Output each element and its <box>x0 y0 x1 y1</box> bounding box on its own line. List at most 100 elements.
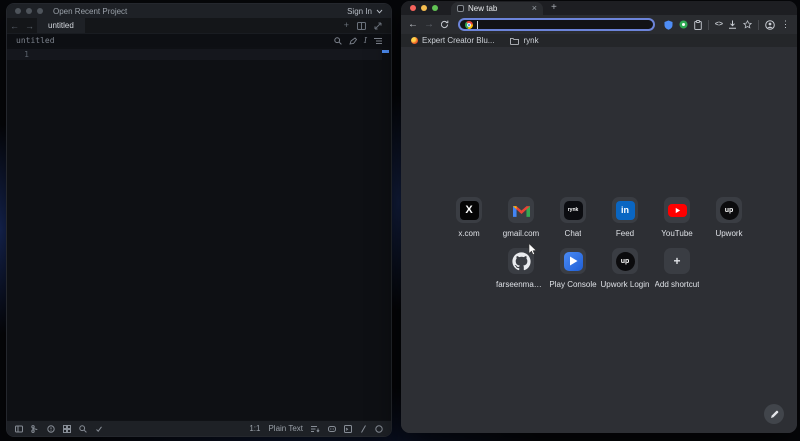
split-pane-icon[interactable] <box>357 22 366 30</box>
history-back-button[interactable]: ← <box>7 18 22 33</box>
sort-lines-icon[interactable] <box>311 425 320 433</box>
browser-back-button[interactable]: ← <box>408 20 418 30</box>
pencil-icon <box>770 410 779 419</box>
bookmark-folder-rynk[interactable]: rynk <box>510 36 538 45</box>
star-extension-icon[interactable] <box>743 20 752 29</box>
shortcut-label: Upwork Login <box>601 280 650 289</box>
address-bar[interactable] <box>458 18 655 31</box>
editor-tab-label: untitled <box>48 21 74 30</box>
upwork-logo-icon: up <box>720 201 739 220</box>
shortcut-upwork[interactable]: up Upwork <box>703 197 755 238</box>
git-branch-icon[interactable] <box>31 425 39 433</box>
shortcut-upwork-login[interactable]: up Upwork Login <box>599 248 651 289</box>
tab-bar-actions: + <box>335 18 391 33</box>
tab-close-icon[interactable]: × <box>532 4 537 13</box>
zoom-window-button[interactable] <box>37 8 43 14</box>
editor-window-controls <box>15 8 43 14</box>
maximize-pane-icon[interactable] <box>374 22 382 30</box>
editor-window: Open Recent Project Sign In ← → untitled… <box>6 3 392 437</box>
shortcut-chat[interactable]: rynk Chat <box>547 197 599 238</box>
bookmark-folder-label: rynk <box>523 36 538 45</box>
bookmarks-bar: Expert Creator Blu... rynk <box>401 34 797 47</box>
outline-panel-icon[interactable] <box>374 37 382 45</box>
project-panel-icon[interactable] <box>15 425 23 433</box>
reload-icon[interactable] <box>440 20 449 29</box>
inline-assist-icon[interactable] <box>349 37 357 45</box>
assistant-slash-icon[interactable] <box>360 425 367 433</box>
text-cursor-icon[interactable]: I <box>364 36 367 45</box>
tab-bar-filler <box>85 18 335 33</box>
youtube-logo-icon <box>668 204 687 217</box>
zoom-window-button[interactable] <box>432 5 438 11</box>
browser-tab-strip: New tab × + <box>401 1 797 15</box>
shortcut-label: Add shortcut <box>655 280 700 289</box>
code-extension-icon[interactable]: < > <box>715 21 722 28</box>
terminal-panel-icon[interactable] <box>344 425 352 433</box>
play-console-logo-icon <box>564 252 583 271</box>
folder-icon <box>510 37 519 45</box>
buffer-search-icon[interactable] <box>334 37 342 45</box>
chevron-down-icon <box>376 9 383 14</box>
shortcut-github[interactable]: farseenmanek... <box>495 248 547 289</box>
notification-bell-icon[interactable] <box>375 425 383 433</box>
downloads-icon[interactable] <box>728 20 737 29</box>
minimize-window-button[interactable] <box>26 8 32 14</box>
x-logo-icon: X <box>460 201 479 220</box>
editor-tab-bar: ← → untitled + <box>7 18 391 33</box>
shortcut-label: farseenmanek... <box>496 280 546 289</box>
editor-tab-untitled[interactable]: untitled <box>37 18 85 33</box>
linkedin-logo-icon: in <box>616 201 635 220</box>
customize-chrome-button[interactable] <box>764 404 784 424</box>
search-engine-icon <box>465 21 473 29</box>
diagnostics-icon[interactable] <box>47 425 55 433</box>
editor-content-area[interactable]: 1 <box>7 47 391 420</box>
minimize-window-button[interactable] <box>421 5 427 11</box>
browser-forward-button[interactable]: → <box>424 20 434 30</box>
shortcut-feed[interactable]: in Feed <box>599 197 651 238</box>
editor-status-bar: 1:1 Plain Text <box>7 420 391 436</box>
close-window-button[interactable] <box>15 8 21 14</box>
clipboard-extension-icon[interactable] <box>694 20 702 30</box>
browser-tab-new-tab[interactable]: New tab × <box>451 2 543 15</box>
extensions-panel-icon[interactable] <box>63 425 71 433</box>
shortcut-label: x.com <box>458 229 479 238</box>
cursor-position[interactable]: 1:1 <box>249 424 260 433</box>
check-icon[interactable] <box>95 425 103 433</box>
scrollbar-cursor-marker <box>382 50 389 53</box>
shortcut-play-console[interactable]: Play Console <box>547 248 599 289</box>
shortcuts-row-1: X x.com gmail.com rynk <box>401 47 797 238</box>
line-number-gutter: 1 <box>7 49 41 60</box>
desktop-wallpaper: Open Recent Project Sign In ← → untitled… <box>0 0 800 441</box>
editor-breadcrumb-bar: untitled I <box>7 33 391 47</box>
sign-in-button[interactable]: Sign In <box>347 7 383 16</box>
new-file-button[interactable]: + <box>344 21 349 30</box>
editor-quick-actions: I <box>334 36 382 45</box>
new-tab-button[interactable]: + <box>551 3 557 13</box>
add-shortcut-button[interactable]: + Add shortcut <box>651 248 703 289</box>
shortcut-youtube[interactable]: YouTube <box>651 197 703 238</box>
browser-menu-icon[interactable]: ⋮ <box>781 20 790 29</box>
shortcut-x-com[interactable]: X x.com <box>443 197 495 238</box>
toolbar-separator <box>708 20 709 30</box>
tab-title: New tab <box>468 4 528 13</box>
status-bar-right: 1:1 Plain Text <box>249 424 383 433</box>
active-line-highlight <box>7 49 382 60</box>
shield-extension-icon[interactable] <box>664 20 673 30</box>
breadcrumb[interactable]: untitled <box>16 36 55 45</box>
bookmark-expert-creator[interactable]: Expert Creator Blu... <box>411 36 494 45</box>
green-circle-extension-icon[interactable] <box>679 20 688 29</box>
profile-avatar-icon[interactable] <box>765 20 775 30</box>
shortcut-label: Play Console <box>549 280 596 289</box>
language-selector[interactable]: Plain Text <box>268 424 303 433</box>
search-panel-icon[interactable] <box>79 425 87 433</box>
browser-window: New tab × + ← → < > ⋮ <box>401 1 797 433</box>
bookmark-favicon <box>411 37 418 44</box>
editor-window-title: Open Recent Project <box>53 7 127 16</box>
close-window-button[interactable] <box>410 5 416 11</box>
shortcut-gmail[interactable]: gmail.com <box>495 197 547 238</box>
history-forward-button[interactable]: → <box>22 18 37 33</box>
sign-in-label: Sign In <box>347 7 372 16</box>
plus-icon: + <box>673 255 680 267</box>
editor-titlebar: Open Recent Project Sign In <box>7 4 391 18</box>
copilot-icon[interactable] <box>328 425 336 433</box>
